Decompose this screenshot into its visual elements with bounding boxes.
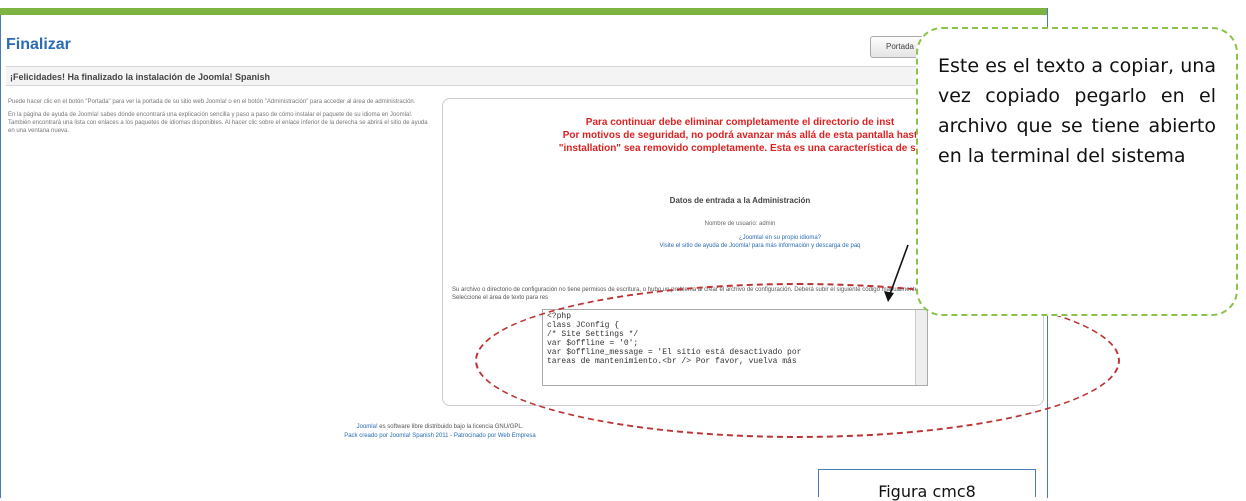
admin-heading: Datos de entrada a la Administración — [669, 196, 811, 205]
footer-license: Joomla! es software libre distribuido ba… — [230, 423, 650, 432]
joomla-link[interactable]: Joomla! — [357, 424, 378, 430]
left-instructions: Puede hacer clic en el botón "Portada" p… — [8, 98, 428, 140]
top-accent-bar — [0, 8, 1047, 15]
footer-license-text: es software libre distribuido bajo la li… — [377, 424, 524, 430]
footer: Joomla! es software libre distribuido ba… — [230, 423, 650, 441]
page-title: Finalizar — [6, 36, 71, 53]
footer-credits[interactable]: Pack creado por Joomla! Spanish 2011 - P… — [230, 432, 650, 441]
callout-text: Este es el texto a copiar, una vez copia… — [938, 55, 1216, 167]
annotation-callout: Este es el texto a copiar, una vez copia… — [916, 27, 1238, 316]
figure-caption: Figura cmc8 — [818, 469, 1036, 501]
admin-username: Nombre de usuario: admin — [704, 221, 776, 227]
section-heading: ¡Felicidades! Ha finalizado la instalaci… — [6, 66, 1036, 86]
instruction-paragraph-2: En la página de ayuda de Joomla! sabes d… — [8, 112, 428, 134]
instruction-paragraph-1: Puede hacer clic en el botón "Portada" p… — [8, 99, 416, 105]
